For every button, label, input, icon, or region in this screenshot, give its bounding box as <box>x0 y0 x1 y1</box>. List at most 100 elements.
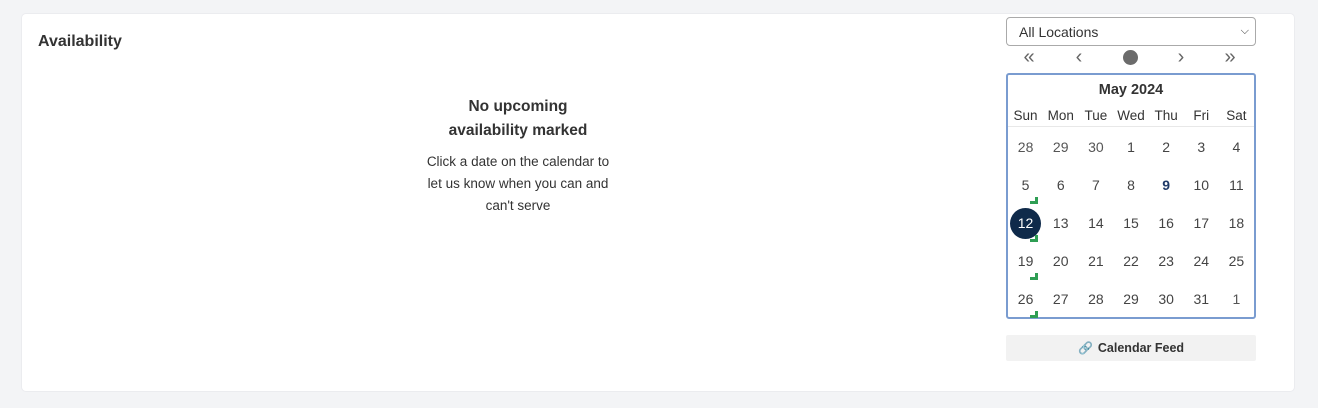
calendar-day[interactable]: 28 <box>1008 128 1043 166</box>
calendar-day-number: 10 <box>1193 177 1210 193</box>
calendar-day-number: 4 <box>1232 139 1241 155</box>
calendar-day[interactable]: 30 <box>1078 128 1113 166</box>
double-chevron-left-icon[interactable]: « <box>1014 47 1044 67</box>
calendar-day[interactable]: 21 <box>1078 242 1113 280</box>
calendar-day-number: 28 <box>1088 291 1104 307</box>
chevron-left-icon[interactable]: ‹ <box>1064 47 1094 67</box>
calendar-day-number: 27 <box>1052 291 1069 307</box>
calendar-day-number: 9 <box>1162 177 1171 193</box>
calendar-day-number: 2 <box>1162 139 1171 155</box>
calendar-day[interactable]: 9 <box>1149 166 1184 204</box>
availability-mark-icon <box>1030 311 1038 318</box>
calendar-day-number: 30 <box>1088 139 1104 155</box>
calendar-day[interactable]: 1 <box>1113 128 1148 166</box>
calendar-day-number: 6 <box>1056 177 1065 193</box>
calendar-day[interactable]: 5 <box>1008 166 1043 204</box>
calendar-day[interactable]: 24 <box>1184 242 1219 280</box>
calendar-day[interactable]: 13 <box>1043 204 1078 242</box>
calendar-day[interactable]: 25 <box>1219 242 1254 280</box>
weekday-label: Tue <box>1084 108 1108 123</box>
calendar-day[interactable]: 26 <box>1008 280 1043 318</box>
calendar-day[interactable]: 18 <box>1219 204 1254 242</box>
calendar: May 2024 Sun Mon Tue Wed Thu Fri Sat 28 29 30 1 2 3… <box>1006 73 1256 319</box>
calendar-week-row: 12 13 14 15 16 17 18 <box>1008 204 1254 242</box>
today-dot-icon[interactable] <box>1123 50 1138 65</box>
calendar-day-number: 30 <box>1158 291 1174 307</box>
calendar-day-number: 23 <box>1158 253 1174 269</box>
location-select-value: All Locations <box>1019 23 1099 40</box>
calendar-day-number: 11 <box>1229 177 1244 193</box>
calendar-month-title: May 2024 <box>1098 82 1164 98</box>
double-chevron-right-icon[interactable]: » <box>1215 47 1245 67</box>
calendar-day-number: 16 <box>1158 215 1174 231</box>
calendar-day-number: 19 <box>1017 253 1034 269</box>
calendar-day[interactable]: 23 <box>1149 242 1184 280</box>
weekday-label: Sat <box>1226 108 1247 123</box>
calendar-day[interactable]: 29 <box>1043 128 1078 166</box>
weekday-header: Sun Mon Tue Wed Thu Fri Sat <box>1008 108 1254 127</box>
section-title: Availability <box>38 33 122 50</box>
calendar-day-number: 24 <box>1193 253 1210 269</box>
weekday-label: Wed <box>1117 108 1145 123</box>
link-icon: 🔗 <box>1077 341 1093 355</box>
calendar-day[interactable]: 31 <box>1184 280 1219 318</box>
calendar-day[interactable]: 16 <box>1149 204 1184 242</box>
calendar-day-number: 7 <box>1091 177 1100 193</box>
calendar-week-row: 28 29 30 1 2 3 4 <box>1008 128 1254 166</box>
calendar-day[interactable]: 28 <box>1078 280 1113 318</box>
calendar-day-number: 21 <box>1088 253 1104 269</box>
calendar-day-number: 25 <box>1228 253 1245 269</box>
calendar-day-number: 15 <box>1123 215 1139 231</box>
calendar-day[interactable]: 1 <box>1219 280 1254 318</box>
calendar-feed-label: Calendar Feed <box>1097 341 1185 355</box>
calendar-day-number: 13 <box>1052 215 1069 231</box>
calendar-day-number: 1 <box>1127 139 1135 155</box>
chevron-right-icon[interactable]: › <box>1166 47 1196 67</box>
calendar-day-number: 29 <box>1123 291 1139 307</box>
calendar-day-number: 28 <box>1017 139 1034 155</box>
calendar-day-number: 3 <box>1197 139 1206 155</box>
calendar-day[interactable]: 22 <box>1113 242 1148 280</box>
calendar-week-row: 19 20 21 22 23 24 25 <box>1008 242 1254 280</box>
calendar-feed-button[interactable]: 🔗 Calendar Feed <box>1006 335 1256 361</box>
calendar-day-number: 26 <box>1017 291 1034 307</box>
calendar-day[interactable]: 6 <box>1043 166 1078 204</box>
availability-mark-icon <box>1030 235 1038 242</box>
calendar-week-row: 5 6 7 8 9 10 11 <box>1008 166 1254 204</box>
calendar-day-number: 1 <box>1232 291 1241 307</box>
calendar-day[interactable]: 30 <box>1149 280 1184 318</box>
availability-mark-icon <box>1030 197 1038 204</box>
calendar-day[interactable]: 19 <box>1008 242 1043 280</box>
calendar-day[interactable]: 10 <box>1184 166 1219 204</box>
weekday-label: Mon <box>1047 108 1074 123</box>
calendar-day-number: 20 <box>1052 253 1069 269</box>
calendar-day-number: 29 <box>1052 139 1069 155</box>
calendar-day-number: 8 <box>1127 177 1135 193</box>
calendar-day[interactable]: 2 <box>1149 128 1184 166</box>
location-select[interactable]: All Locations ⌵ <box>1006 17 1256 46</box>
calendar-day[interactable]: 11 <box>1219 166 1254 204</box>
calendar-day-number: 31 <box>1193 291 1210 307</box>
calendar-day-number: 18 <box>1228 215 1245 231</box>
chevron-down-icon: ⌵ <box>1240 25 1249 37</box>
calendar-day[interactable]: 14 <box>1078 204 1113 242</box>
availability-mark-icon <box>1030 273 1038 280</box>
calendar-day[interactable]: 29 <box>1113 280 1148 318</box>
calendar-day[interactable]: 4 <box>1219 128 1254 166</box>
calendar-day[interactable]: 3 <box>1184 128 1219 166</box>
calendar-day[interactable]: 15 <box>1113 204 1148 242</box>
calendar-week-row: 26 27 28 29 30 31 1 <box>1008 280 1254 318</box>
empty-state: No upcoming availability marked Click a … <box>408 95 628 217</box>
calendar-day[interactable]: 12 <box>1008 204 1043 242</box>
calendar-day[interactable]: 27 <box>1043 280 1078 318</box>
weekday-label: Fri <box>1193 108 1210 123</box>
calendar-day-number: 22 <box>1123 253 1139 269</box>
calendar-grid: 28 29 30 1 2 3 4 5 6 7 8 9 10 11 12 13 14 15 16 17 18 19 20 21 2… <box>1008 128 1254 318</box>
calendar-day[interactable]: 7 <box>1078 166 1113 204</box>
empty-state-title: No upcoming availability marked <box>448 98 588 139</box>
weekday-label: Thu <box>1154 108 1178 123</box>
calendar-day[interactable]: 20 <box>1043 242 1078 280</box>
calendar-day-number: 5 <box>1021 177 1030 193</box>
calendar-day[interactable]: 17 <box>1184 204 1219 242</box>
calendar-day[interactable]: 8 <box>1113 166 1148 204</box>
